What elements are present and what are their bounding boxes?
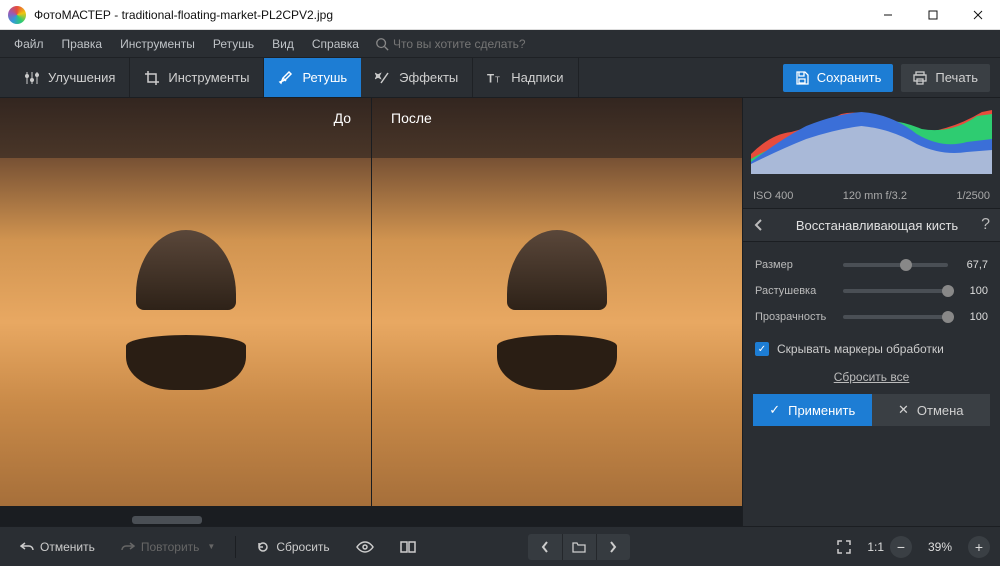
svg-text:T: T <box>487 73 494 85</box>
window-title: ФотоМАСТЕР - traditional-floating-market… <box>34 8 865 22</box>
reset-button[interactable]: Сбросить <box>246 533 339 561</box>
slider-opacity-value: 100 <box>956 311 988 323</box>
check-icon: ✓ <box>769 402 780 418</box>
reset-icon <box>256 540 270 554</box>
apply-button[interactable]: ✓ Применить <box>753 394 872 426</box>
next-image-button[interactable] <box>596 534 630 560</box>
hide-markers-label: Скрывать маркеры обработки <box>777 342 944 356</box>
cancel-button[interactable]: ✕ Отмена <box>872 394 991 426</box>
tab-retouch[interactable]: Ретушь <box>264 58 361 97</box>
cancel-label: Отмена <box>917 403 964 418</box>
open-folder-button[interactable] <box>562 534 596 560</box>
slider-opacity[interactable] <box>843 315 948 319</box>
redo-icon <box>121 541 135 553</box>
tab-instruments[interactable]: Инструменты <box>130 58 264 97</box>
after-label: После <box>371 106 742 130</box>
slider-feather-label: Растушевка <box>755 285 835 297</box>
fit-icon <box>837 540 851 554</box>
save-label: Сохранить <box>817 70 882 85</box>
tab-effects[interactable]: Эффекты <box>361 58 473 97</box>
minimize-button[interactable] <box>865 0 910 29</box>
back-button[interactable] <box>753 218 763 232</box>
search-icon <box>375 37 389 51</box>
undo-icon <box>20 541 34 553</box>
menu-retouch[interactable]: Ретушь <box>205 33 262 55</box>
text-icon: TT <box>487 70 503 86</box>
zoom-value: 39% <box>918 540 962 554</box>
tab-label: Эффекты <box>399 70 458 85</box>
compare-icon <box>400 540 416 554</box>
menu-file[interactable]: Файл <box>6 33 52 55</box>
histogram <box>743 98 1000 188</box>
menu-edit[interactable]: Правка <box>54 33 111 55</box>
image-preview <box>0 98 742 506</box>
slider-feather-value: 100 <box>956 285 988 297</box>
help-button[interactable]: ? <box>981 216 990 234</box>
eye-icon <box>356 541 374 553</box>
menu-help[interactable]: Справка <box>304 33 367 55</box>
prev-image-button[interactable] <box>528 534 562 560</box>
crop-icon <box>144 70 160 86</box>
exif-iso: ISO 400 <box>753 190 793 202</box>
slider-size-value: 67,7 <box>956 259 988 271</box>
slider-size[interactable] <box>843 263 948 267</box>
close-icon: ✕ <box>898 402 909 418</box>
tab-label: Ретушь <box>302 70 347 85</box>
sliders-icon <box>24 70 40 86</box>
slider-size-label: Размер <box>755 259 835 271</box>
maximize-button[interactable] <box>910 0 955 29</box>
fit-button[interactable] <box>827 533 861 561</box>
save-button[interactable]: Сохранить <box>783 64 894 92</box>
tab-text[interactable]: TT Надписи <box>473 58 578 97</box>
print-button[interactable]: Печать <box>901 64 990 92</box>
svg-text:T: T <box>495 75 500 84</box>
print-label: Печать <box>935 70 978 85</box>
zoom-out-button[interactable]: − <box>890 536 912 558</box>
menu-view[interactable]: Вид <box>264 33 302 55</box>
tab-label: Надписи <box>511 70 563 85</box>
apply-label: Применить <box>788 403 855 418</box>
redo-label: Повторить <box>141 540 200 554</box>
undo-button[interactable]: Отменить <box>10 533 105 561</box>
exif-focal: 120 mm f/3.2 <box>843 190 907 202</box>
tab-enhancements[interactable]: Улучшения <box>10 58 130 97</box>
reset-all-link[interactable]: Сбросить все <box>743 364 1000 394</box>
tab-label: Инструменты <box>168 70 249 85</box>
menu-tools[interactable]: Инструменты <box>112 33 203 55</box>
wand-icon <box>375 70 391 86</box>
before-label: До <box>0 106 371 130</box>
tab-label: Улучшения <box>48 70 115 85</box>
slider-opacity-label: Прозрачность <box>755 311 835 323</box>
undo-label: Отменить <box>40 540 95 554</box>
zoom-in-button[interactable]: + <box>968 536 990 558</box>
horizontal-scrollbar[interactable] <box>0 514 742 526</box>
hide-markers-checkbox[interactable]: ✓ <box>755 342 769 356</box>
close-button[interactable] <box>955 0 1000 29</box>
compare-button[interactable] <box>390 533 426 561</box>
dropdown-icon: ▼ <box>207 542 215 551</box>
app-logo <box>8 6 26 24</box>
canvas-area[interactable]: До После <box>0 98 742 514</box>
eye-button[interactable] <box>346 533 384 561</box>
redo-button[interactable]: Повторить ▼ <box>111 533 226 561</box>
save-icon <box>795 71 809 85</box>
panel-title: Восстанавливающая кисть <box>773 218 981 233</box>
brush-icon <box>278 70 294 86</box>
search-input[interactable] <box>393 37 573 51</box>
exif-shutter: 1/2500 <box>956 190 990 202</box>
reset-label: Сбросить <box>276 540 329 554</box>
slider-feather[interactable] <box>843 289 948 293</box>
print-icon <box>913 71 927 85</box>
ratio-label[interactable]: 1:1 <box>867 540 884 554</box>
